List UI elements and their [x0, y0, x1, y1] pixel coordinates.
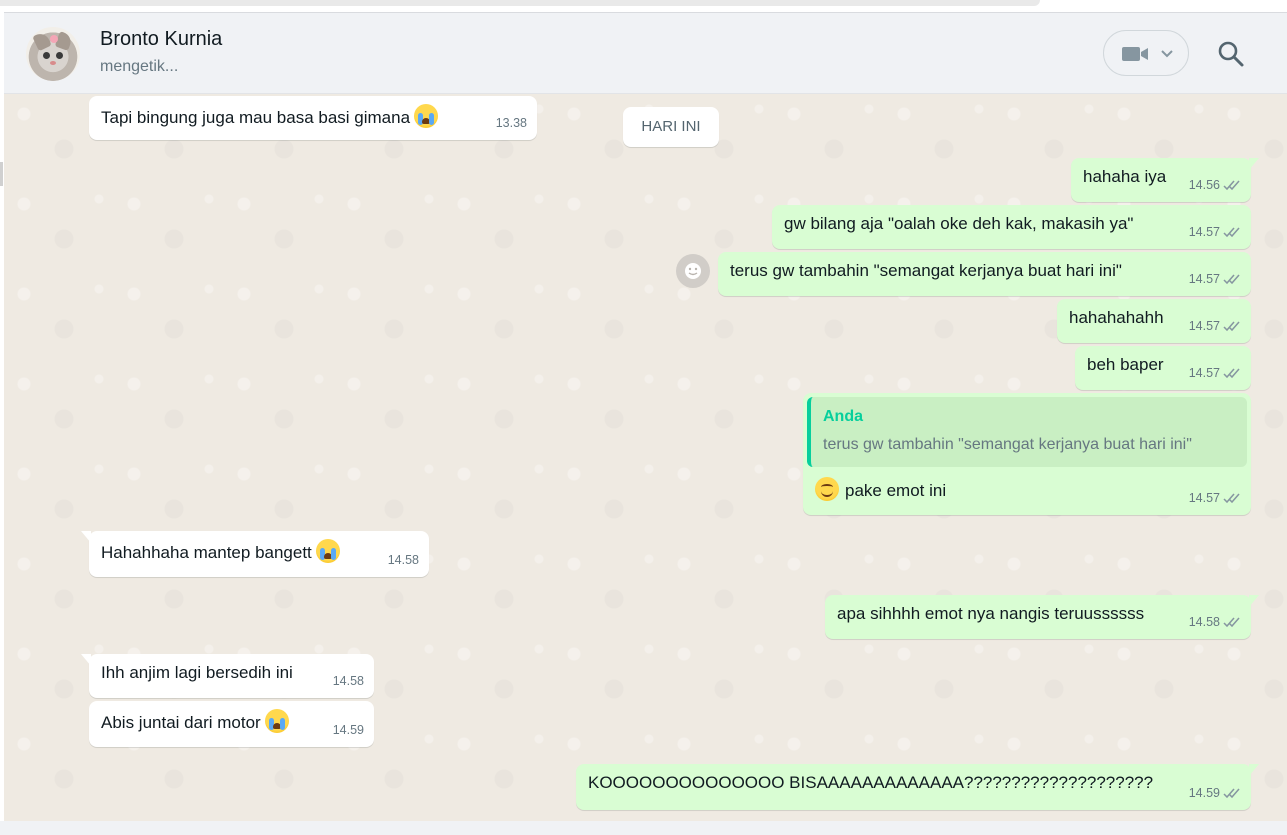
- double-check-icon: [1223, 274, 1240, 284]
- double-check-icon: [1223, 788, 1240, 798]
- avatar-eye-right: [56, 52, 63, 59]
- date-separator: HARI INI: [623, 107, 719, 147]
- react-button[interactable]: [676, 254, 710, 288]
- search-button[interactable]: [1216, 39, 1246, 69]
- double-check-icon: [1223, 493, 1240, 503]
- message-time: 14.58: [332, 674, 364, 688]
- contact-avatar[interactable]: [26, 27, 80, 81]
- message-text: Ihh anjim lagi bersedih ini: [101, 663, 293, 682]
- double-check-icon: [1223, 368, 1240, 378]
- message-outgoing[interactable]: KOOOOOOOOOOOOOO BISAAAAAAAAAAAAA????????…: [576, 764, 1259, 810]
- message-list[interactable]: Tapi bingung juga mau basa basi gimana 1…: [4, 94, 1287, 821]
- message-outgoing[interactable]: gw bilang aja "oalah oke deh kak, makasi…: [772, 205, 1251, 249]
- message-text: hahahahahh: [1069, 308, 1164, 327]
- double-check-icon: [1223, 617, 1240, 627]
- message-outgoing[interactable]: hahahahahh 14.57: [1057, 299, 1251, 343]
- avatar-eye-left: [43, 52, 50, 59]
- message-text: terus gw tambahin "semangat kerjanya bua…: [730, 261, 1122, 280]
- message-time: 14.57: [1188, 366, 1220, 380]
- contact-name[interactable]: Bronto Kurnia: [100, 28, 222, 51]
- quote-author: Anda: [823, 408, 863, 425]
- avatar-nose: [50, 61, 56, 65]
- message-incoming[interactable]: Ihh anjim lagi bersedih ini 14.58: [81, 654, 374, 698]
- reply-body: pake emot ini: [815, 477, 946, 502]
- crying-face-emoji: [315, 539, 340, 563]
- quoted-message[interactable]: Anda terus gw tambahin "semangat kerjany…: [807, 397, 1247, 467]
- message-outgoing[interactable]: terus gw tambahin "semangat kerjanya bua…: [718, 252, 1251, 296]
- double-check-icon: [1223, 321, 1240, 331]
- message-outgoing[interactable]: hahaha iya 14.56: [1071, 158, 1259, 202]
- avatar-flower: [50, 35, 58, 43]
- message-text: Tapi bingung juga mau basa basi gimana: [101, 108, 411, 127]
- search-icon: [1218, 41, 1244, 67]
- message-text: pake emot ini: [845, 481, 947, 500]
- message-time: 14.58: [1188, 615, 1220, 629]
- bottom-strip: [0, 821, 1287, 835]
- message-time: 14.56: [1188, 178, 1220, 192]
- chevron-down-icon: [1161, 50, 1173, 58]
- message-text: Abis juntai dari motor: [101, 713, 261, 732]
- browser-top-strip: [0, 0, 1287, 12]
- left-edge-mark: [0, 162, 3, 186]
- message-time: 14.58: [387, 553, 419, 567]
- message-time: 14.57: [1188, 225, 1220, 239]
- video-call-button[interactable]: [1103, 30, 1189, 76]
- chat-header: Bronto Kurnia mengetik...: [4, 12, 1287, 94]
- video-call-icon: [1122, 47, 1173, 61]
- message-outgoing[interactable]: beh baper 14.57: [1075, 346, 1251, 390]
- message-text: gw bilang aja "oalah oke deh kak, makasi…: [784, 214, 1134, 233]
- message-outgoing-reply[interactable]: Anda terus gw tambahin "semangat kerjany…: [803, 393, 1251, 515]
- message-time: 14.57: [1188, 491, 1220, 505]
- message-text: KOOOOOOOOOOOOOO BISAAAAAAAAAAAAA????????…: [588, 773, 1154, 792]
- crying-face-emoji: [264, 709, 289, 733]
- double-check-icon: [1223, 180, 1240, 190]
- message-time: 14.59: [332, 723, 364, 737]
- message-time: 13.38: [495, 116, 527, 130]
- horizontal-scrollbar[interactable]: [0, 0, 1040, 6]
- contact-status: mengetik...: [100, 58, 179, 75]
- smiling-face-emoji: [815, 477, 839, 501]
- message-time: 14.57: [1188, 272, 1220, 286]
- message-incoming[interactable]: Tapi bingung juga mau basa basi gimana 1…: [89, 96, 537, 140]
- quote-text: terus gw tambahin "semangat kerjanya bua…: [823, 436, 1192, 453]
- message-text: apa sihhhh emot nya nangis teruussssss: [837, 604, 1145, 623]
- double-check-icon: [1223, 227, 1240, 237]
- message-incoming[interactable]: Abis juntai dari motor 14.59: [89, 701, 374, 747]
- message-text: Hahahhaha mantep bangett: [101, 543, 312, 562]
- message-incoming[interactable]: Hahahhaha mantep bangett 14.58: [81, 531, 429, 577]
- message-time: 14.57: [1188, 319, 1220, 333]
- message-text: beh baper: [1087, 355, 1164, 374]
- avatar-ear-left: [32, 30, 52, 52]
- emoji-reaction-icon: [685, 263, 701, 279]
- message-outgoing[interactable]: apa sihhhh emot nya nangis teruussssss 1…: [825, 595, 1259, 639]
- message-time: 14.59: [1188, 786, 1220, 800]
- avatar-ear-right: [54, 31, 74, 51]
- crying-face-emoji: [414, 104, 439, 128]
- message-text: hahaha iya: [1083, 167, 1167, 186]
